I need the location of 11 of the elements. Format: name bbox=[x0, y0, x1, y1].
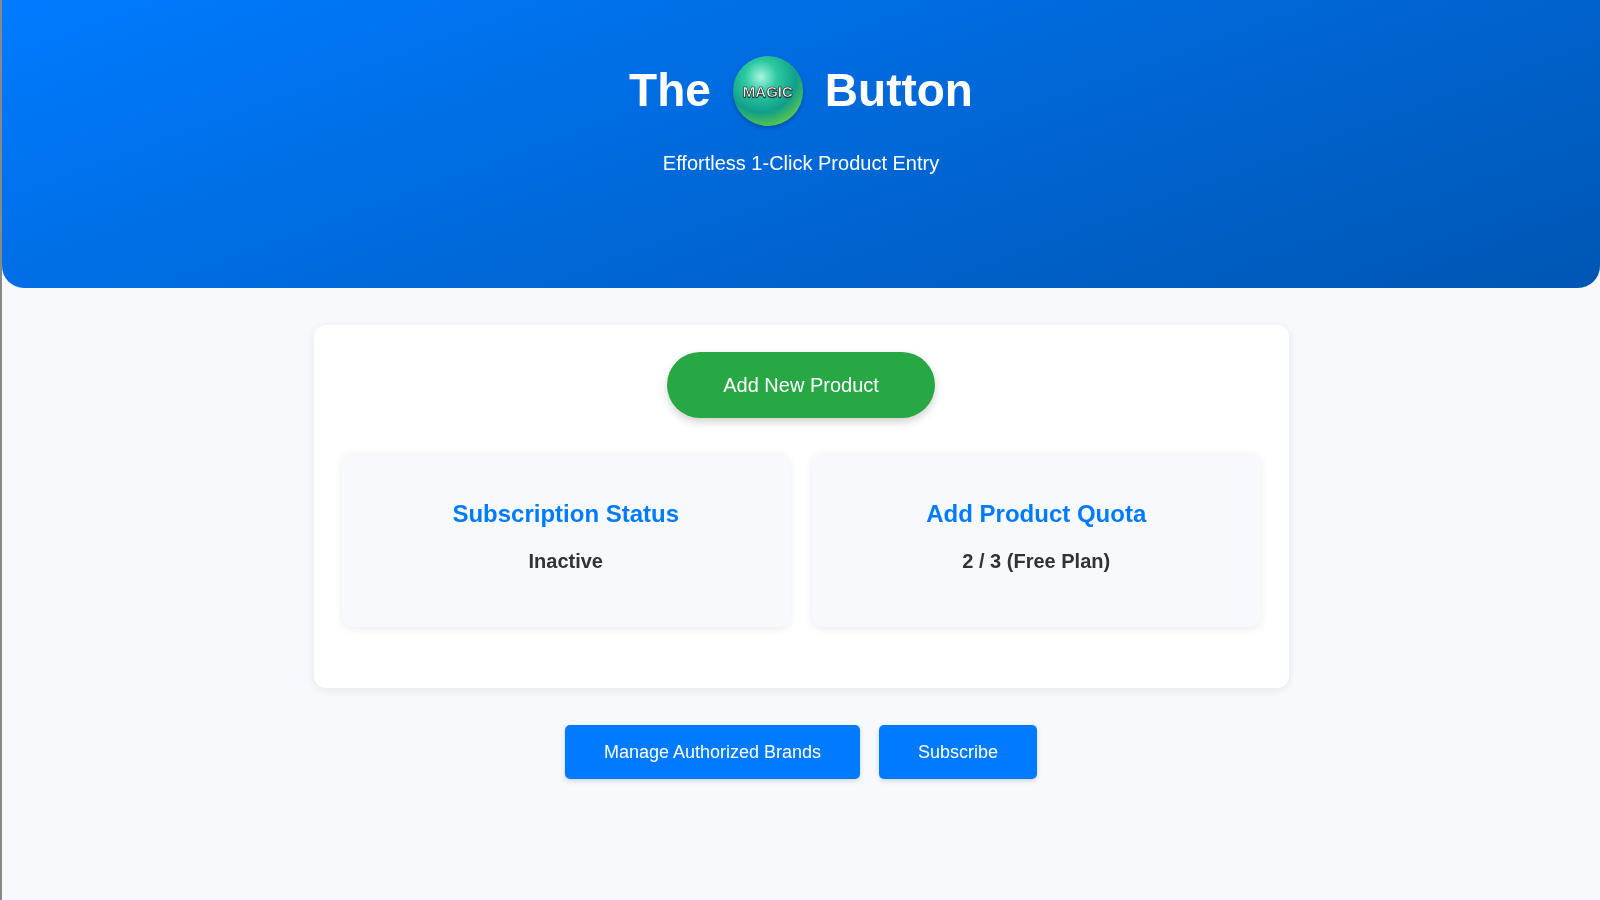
action-button[interactable]: Subscribe bbox=[879, 725, 1038, 779]
stat-value: 2 / 3 (Free Plan) bbox=[962, 550, 1111, 573]
add-product-button[interactable]: Add New Product bbox=[667, 352, 935, 418]
stat-title: Subscription Status bbox=[452, 500, 680, 528]
title-text: The bbox=[629, 63, 711, 119]
subtitle: Effortless 1-Click Product Entry bbox=[662, 152, 940, 175]
stat-title: Add Product Quota bbox=[926, 500, 1147, 528]
action-button[interactable]: Manage Authorized Brands bbox=[564, 725, 861, 779]
logo: MAGIC bbox=[732, 56, 803, 126]
stat-value: Inactive bbox=[528, 550, 603, 573]
title-text: Button bbox=[824, 63, 973, 119]
